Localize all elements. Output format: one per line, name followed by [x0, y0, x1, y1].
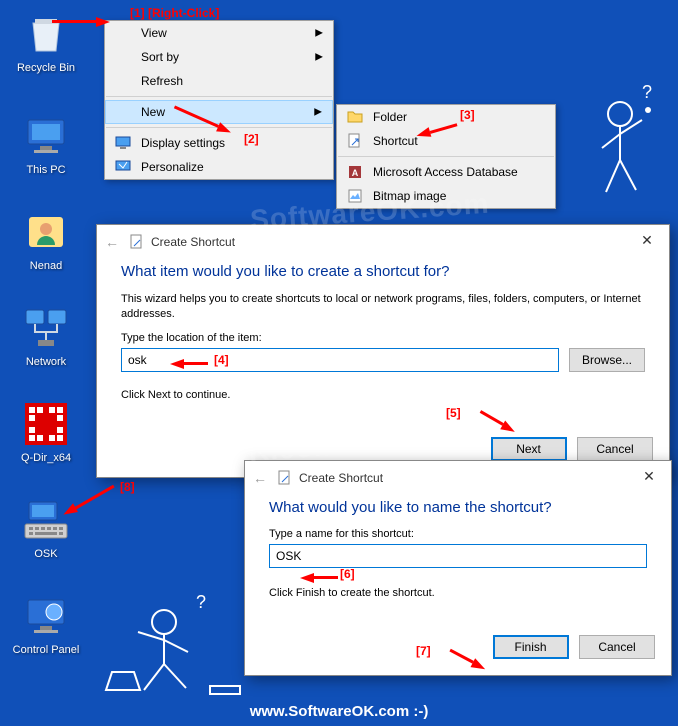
desktop-icon-recycle-bin[interactable]: Recycle Bin — [8, 10, 84, 74]
shortcut-wizard-icon — [129, 234, 145, 250]
menu-item-shortcut[interactable]: Shortcut — [337, 129, 555, 153]
desktop-icon-this-pc[interactable]: This PC — [8, 112, 84, 176]
network-icon — [22, 304, 70, 352]
access-icon: A — [347, 164, 363, 180]
menu-item-label: Folder — [373, 110, 407, 124]
desktop-icon-osk[interactable]: OSK — [8, 496, 84, 560]
menu-item-sort-by[interactable]: Sort by ▶ — [105, 45, 333, 69]
desktop-icon-control-panel[interactable]: Control Panel — [8, 592, 84, 656]
menu-separator — [338, 156, 554, 157]
pc-icon — [22, 112, 70, 160]
doodle-figure-2: ? — [100, 586, 250, 706]
desktop-icon-qdir[interactable]: Q-Dir_x64 — [8, 400, 84, 464]
dialog-description: This wizard helps you to create shortcut… — [121, 292, 645, 322]
dialog-hint: Click Finish to create the shortcut. — [269, 586, 647, 601]
recycle-bin-icon — [22, 10, 70, 58]
cancel-button[interactable]: Cancel — [579, 635, 655, 659]
back-icon[interactable]: ← — [105, 234, 119, 250]
menu-item-bitmap[interactable]: Bitmap image — [337, 184, 555, 208]
menu-separator — [106, 127, 332, 128]
desktop-icon-user[interactable]: Nenad — [8, 208, 84, 272]
user-icon — [22, 208, 70, 256]
menu-item-personalize[interactable]: Personalize — [105, 155, 333, 179]
menu-item-label: Refresh — [141, 74, 183, 88]
svg-text:?: ? — [642, 82, 652, 102]
name-label: Type a name for this shortcut: — [269, 528, 647, 540]
svg-text:?: ? — [196, 592, 206, 612]
menu-separator — [106, 96, 332, 97]
menu-item-label: Shortcut — [373, 134, 418, 148]
name-input[interactable] — [269, 544, 647, 568]
svg-text:A: A — [352, 168, 359, 178]
menu-item-label: New — [141, 105, 165, 119]
menu-item-label: Sort by — [141, 50, 179, 64]
location-label: Type the location of the item: — [121, 332, 645, 344]
annotation-8: [8] — [120, 480, 135, 494]
osk-icon — [22, 496, 70, 544]
menu-item-label: Personalize — [141, 160, 204, 174]
desktop-icon-label: Q-Dir_x64 — [8, 452, 84, 464]
shortcut-wizard-icon — [277, 470, 293, 486]
close-button[interactable]: ✕ — [627, 461, 671, 491]
dialog-title: Create Shortcut — [299, 471, 383, 485]
annotation-1: [1] [Right-Click] — [130, 6, 219, 20]
menu-item-refresh[interactable]: Refresh — [105, 69, 333, 93]
footer-text: www.SoftwareOK.com :-) — [0, 703, 678, 720]
dialog-title-bar: ← Create Shortcut — [97, 225, 669, 259]
bitmap-icon — [347, 188, 363, 204]
back-icon[interactable]: ← — [253, 470, 267, 486]
desktop-icon-label: OSK — [8, 548, 84, 560]
shortcut-icon — [347, 133, 363, 149]
personalize-icon — [115, 159, 131, 175]
menu-item-new[interactable]: New ▶ — [105, 100, 333, 124]
menu-item-label: Display settings — [141, 136, 225, 150]
create-shortcut-dialog-2: ✕ ← Create Shortcut What would you like t… — [244, 460, 672, 676]
finish-button[interactable]: Finish — [493, 635, 569, 659]
menu-item-display-settings[interactable]: Display settings — [105, 131, 333, 155]
desktop-context-menu: View ▶ Sort by ▶ Refresh New ▶ Display sett… — [104, 20, 334, 180]
menu-item-view[interactable]: View ▶ — [105, 21, 333, 45]
doodle-figure-1: ? — [560, 80, 670, 230]
location-input[interactable] — [121, 348, 559, 372]
dialog-title-bar: ← Create Shortcut — [245, 461, 671, 495]
desktop-icon-label: Network — [8, 356, 84, 368]
create-shortcut-dialog-1: ✕ ←Create Shortcut What item would you l… — [96, 224, 670, 478]
submenu-arrow-icon: ▶ — [315, 52, 323, 63]
browse-button[interactable]: Browse... — [569, 348, 645, 372]
menu-item-label: View — [141, 26, 167, 40]
desktop-icon-label: This PC — [8, 164, 84, 176]
desktop-icon-label: Control Panel — [8, 644, 84, 656]
folder-icon — [347, 109, 363, 125]
menu-item-label: Bitmap image — [373, 189, 446, 203]
menu-item-folder[interactable]: Folder — [337, 105, 555, 129]
desktop-icon-network[interactable]: Network — [8, 304, 84, 368]
display-icon — [115, 135, 131, 151]
submenu-arrow-icon: ▶ — [315, 28, 323, 39]
qdir-icon — [22, 400, 70, 448]
dialog-heading: What item would you like to create a sho… — [121, 263, 645, 280]
control-panel-icon — [22, 592, 70, 640]
desktop-icon-label: Nenad — [8, 260, 84, 272]
next-button[interactable]: Next — [491, 437, 567, 461]
menu-item-label: Microsoft Access Database — [373, 165, 518, 179]
submenu-arrow-icon: ▶ — [314, 107, 322, 118]
menu-item-access-db[interactable]: A Microsoft Access Database — [337, 160, 555, 184]
dialog-title: Create Shortcut — [151, 235, 235, 249]
dialog-heading: What would you like to name the shortcut… — [269, 499, 647, 516]
cancel-button[interactable]: Cancel — [577, 437, 653, 461]
dialog-hint: Click Next to continue. — [121, 388, 645, 403]
desktop-icon-label: Recycle Bin — [8, 62, 84, 74]
new-submenu: Folder Shortcut A Microsoft Access Databa… — [336, 104, 556, 209]
